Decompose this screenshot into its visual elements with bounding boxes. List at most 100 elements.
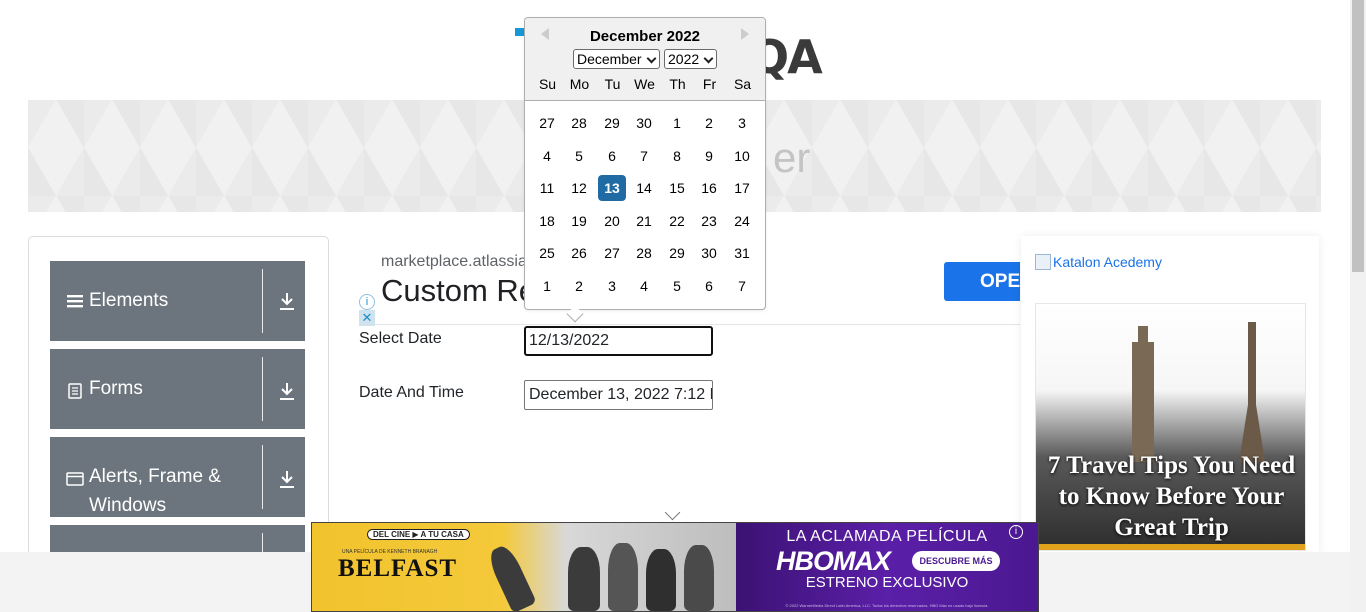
download-arrow-icon[interactable] [276,468,298,490]
calendar-day[interactable]: 3 [728,110,756,136]
window-icon [66,472,84,486]
chevron-down-icon [646,53,657,64]
hbomax-line1: LA ACLAMADA PELÍCULA [786,528,988,545]
sidebar-group-divider [262,357,263,421]
ad-close-icon[interactable]: ✕ [359,310,375,326]
ad-cta-button[interactable]: OPE [944,262,1020,301]
page-scrollbar[interactable] [1350,0,1366,612]
download-arrow-icon[interactable] [276,290,298,312]
calendar-day[interactable]: 21 [630,208,658,234]
calendar-day[interactable]: 11 [533,175,561,201]
calendar-day[interactable]: 7 [630,143,658,169]
calendar-day[interactable]: 15 [663,175,691,201]
ad-info-icon[interactable]: i [1009,525,1023,539]
movie-figure-image [684,545,714,611]
calendar-day[interactable]: 2 [565,273,593,299]
calendar-day[interactable]: 24 [728,208,756,234]
month-select[interactable]: December [573,49,660,69]
calendar-day[interactable]: 9 [695,143,723,169]
calendar-day[interactable]: 30 [630,110,658,136]
weekday-header: Sa [733,76,752,92]
calendar-day[interactable]: 22 [663,208,691,234]
calendar-day[interactable]: 5 [663,273,691,299]
sidebar-group-divider [262,445,263,509]
ad-headline: Custom Re [381,273,537,308]
year-select-value: 2022 [668,51,700,67]
calendar-day[interactable]: 27 [533,110,561,136]
calendar-day[interactable]: 28 [630,240,658,266]
scrollbar-thumb[interactable] [1352,0,1364,272]
date-time-input[interactable]: December 13, 2022 7:12 PM [524,380,713,410]
calendar-day[interactable]: 29 [663,240,691,266]
hbomax-line3: ESTRENO EXCLUSIVO [805,574,969,591]
clock-tower-spire [1138,326,1148,346]
sidebar-group-divider [262,269,263,333]
travel-ad-card[interactable]: 7 Travel Tips You Need to Know Before Yo… [1035,303,1306,551]
sidebar-group-label: Forms [89,378,143,399]
katalon-ad-link-text: Katalon Acedemy [1053,254,1162,270]
discover-button[interactable]: DESCUBRE MÁS [912,551,1000,571]
calendar-day[interactable]: 20 [598,208,626,234]
calendar-day[interactable]: 1 [533,273,561,299]
calendar-day[interactable]: 4 [533,143,561,169]
calendar-day[interactable]: 31 [728,240,756,266]
calendar-day[interactable]: 13 [598,175,626,201]
calendar-day[interactable]: 29 [598,110,626,136]
select-date-label: Select Date [359,330,442,347]
calendar-day[interactable]: 30 [695,240,723,266]
calendar-day[interactable]: 6 [598,143,626,169]
ad-banner-bottom[interactable]: DEL CINE ▶ A TU CASA UNA PELÍCULA DE KEN… [311,522,1039,612]
calendar-day[interactable]: 3 [598,273,626,299]
katalon-ad-link[interactable]: Katalon Acedemy [1035,254,1162,270]
movie-figure-image [608,543,638,611]
movie-figure-image [485,542,537,611]
sidebar: Elements Forms Alerts, Frame & Windows [28,236,329,566]
hbomax-logo: HBOMAX [776,546,891,576]
chevron-down-icon [703,53,714,64]
ad-sidebar-right[interactable]: Katalon Acedemy 7 Travel Tips You Need t… [1021,236,1319,556]
sidebar-group-forms[interactable]: Forms [50,349,305,429]
calendar-day[interactable]: 6 [695,273,723,299]
calendar-day[interactable]: 2 [695,110,723,136]
calendar-day[interactable]: 1 [663,110,691,136]
calendar-day[interactable]: 7 [728,273,756,299]
calendar-day[interactable]: 17 [728,175,756,201]
clock-tower-image [1132,342,1154,462]
calendar-day[interactable]: 16 [695,175,723,201]
sidebar-group-alerts[interactable]: Alerts, Frame & Windows [50,437,305,517]
ad-domain: marketplace.atlassian [381,253,536,270]
movie-figure-image [646,549,676,611]
weekday-header: We [634,76,655,92]
calendar-day[interactable]: 12 [565,175,593,201]
calendar-day[interactable]: 4 [630,273,658,299]
banner-title: er [773,134,811,181]
calendar-day[interactable]: 27 [598,240,626,266]
datepicker-popup: December 2022 December 2022 Su Mo Tu We Th Fr… [524,17,766,323]
calendar-day[interactable]: 19 [565,208,593,234]
hbomax-fine-print: © 2022 WarnerMedia Direct Latin America,… [785,603,989,608]
calendar-day[interactable]: 26 [565,240,593,266]
sidebar-group-elements[interactable]: Elements [50,261,305,341]
select-date-input[interactable]: 12/13/2022 [524,326,713,356]
ad-tag: DEL CINE ▶ A TU CASA [367,529,470,540]
weekday-header: Fr [702,76,717,92]
ad-info-icon[interactable]: i [359,294,375,310]
calendar-day[interactable]: 10 [728,143,756,169]
document-icon [68,383,82,399]
calendar-day[interactable]: 5 [565,143,593,169]
sidebar-group-label: Elements [89,290,169,311]
broken-image-icon [1035,254,1051,270]
hbomax-ad-panel[interactable]: LA ACLAMADA PELÍCULA HBOMAX DESCUBRE MÁS… [736,523,1038,611]
belfast-ad-panel[interactable]: DEL CINE ▶ A TU CASA UNA PELÍCULA DE KEN… [312,523,736,611]
calendar-day[interactable]: 18 [533,208,561,234]
next-month-icon[interactable] [741,28,749,40]
calendar-day[interactable]: 23 [695,208,723,234]
travel-ad-headline: 7 Travel Tips You Need to Know Before Yo… [1047,452,1296,541]
year-select[interactable]: 2022 [664,49,717,69]
calendar-day[interactable]: 14 [630,175,658,201]
calendar-day[interactable]: 25 [533,240,561,266]
calendar-day[interactable]: 8 [663,143,691,169]
calendar-day[interactable]: 28 [565,110,593,136]
download-arrow-icon[interactable] [276,380,298,402]
chevron-down-icon[interactable] [664,504,681,521]
